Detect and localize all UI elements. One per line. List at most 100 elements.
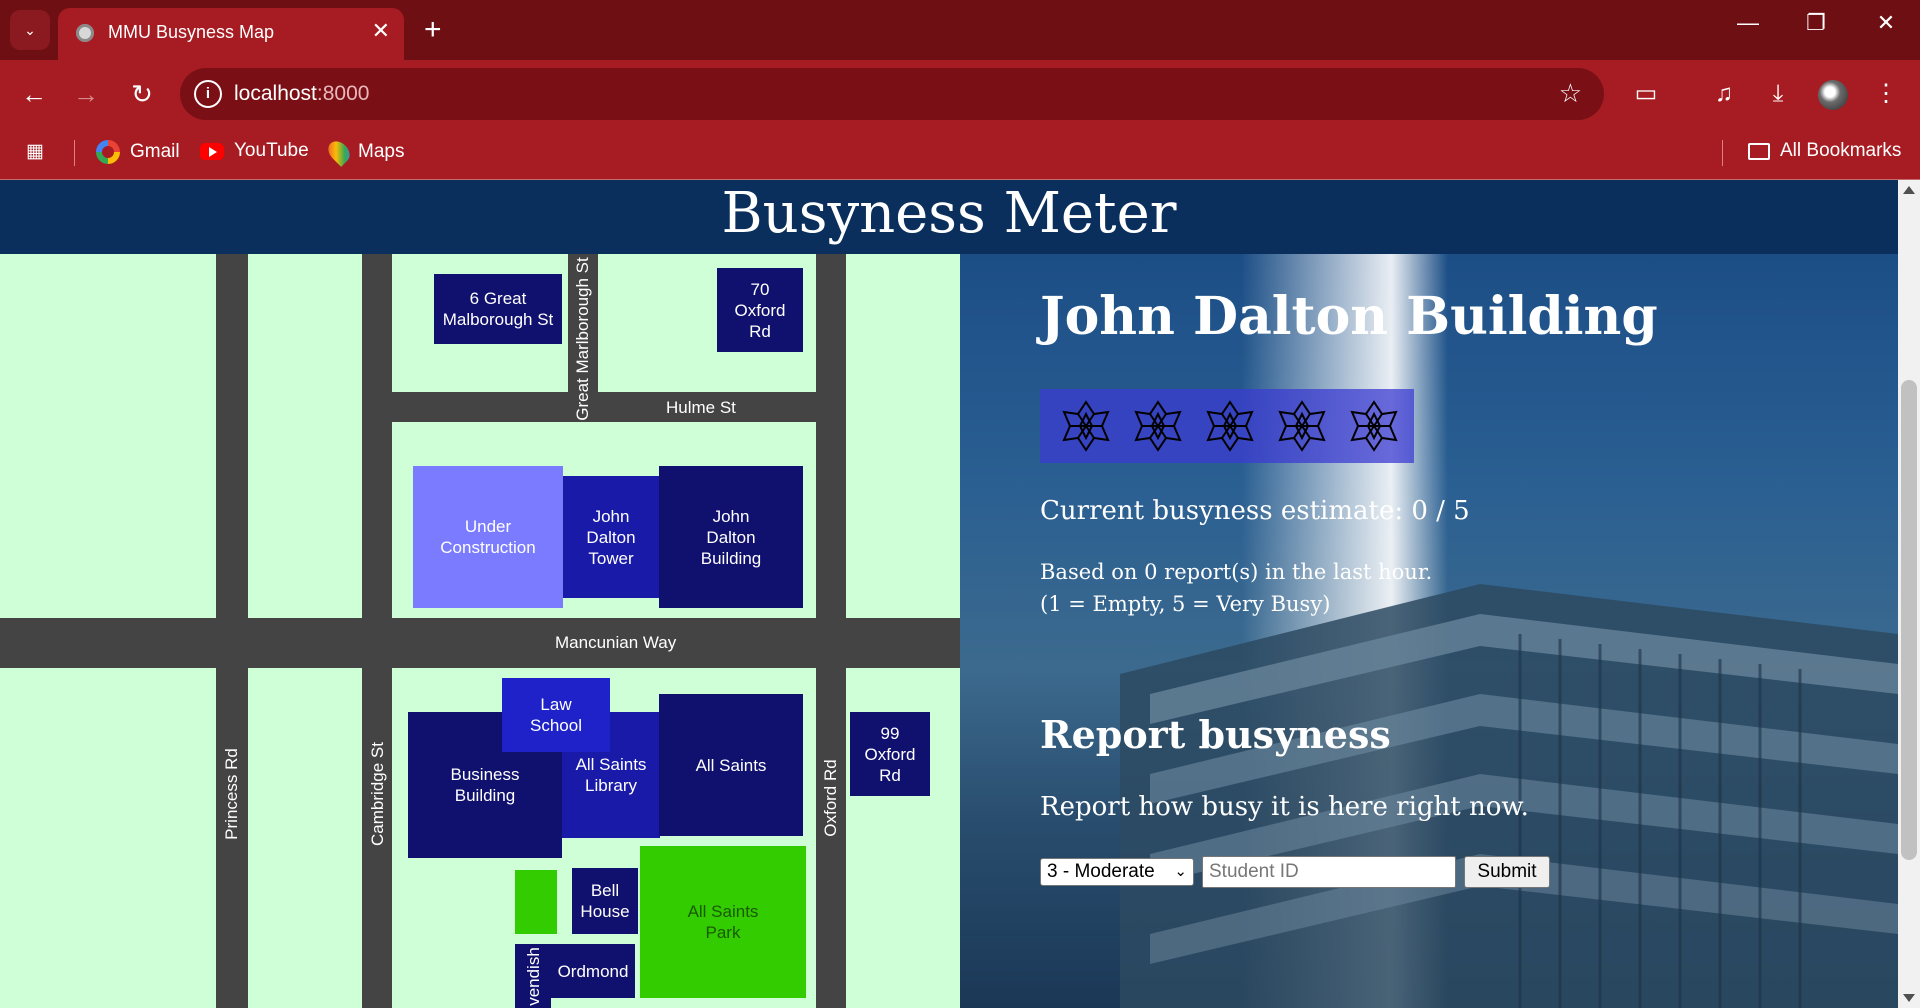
page-header: Busyness Meter xyxy=(0,180,1898,254)
label-oxford-rd: Oxford Rd xyxy=(821,759,840,837)
select-value: 3 - Moderate xyxy=(1047,861,1155,882)
folder-icon xyxy=(1748,142,1770,160)
busyness-level-icon xyxy=(1134,400,1182,452)
profile-avatar[interactable] xyxy=(1818,80,1848,110)
youtube-icon xyxy=(200,142,224,160)
building-label: Ordmond xyxy=(557,961,629,981)
building-label: All Saints xyxy=(695,755,767,775)
report-prompt: Report how busy it is here right now. xyxy=(1040,792,1529,822)
building-john-dalton-tower[interactable]: John Dalton Tower xyxy=(563,476,659,598)
building-label: Bell House xyxy=(580,881,630,921)
busyness-level-icon xyxy=(1062,400,1110,452)
report-count: Based on 0 report(s) in the last hour. xyxy=(1040,560,1433,584)
all-bookmarks-label: All Bookmarks xyxy=(1780,140,1902,161)
building-label: All Saints Library xyxy=(575,755,647,795)
building-label: 6 Great Malborough St xyxy=(442,289,554,329)
page-viewport: Busyness Meter Hulme St Great Marlboroug… xyxy=(0,180,1898,1008)
menu-kebab-icon[interactable]: ⋮ xyxy=(1866,74,1906,114)
tab-title: MMU Busyness Map xyxy=(108,22,275,42)
road-oxford-rd xyxy=(816,254,846,1008)
download-icon[interactable]: ⤓ xyxy=(1758,74,1798,114)
tab-search-button[interactable]: ⌄ xyxy=(10,10,50,50)
building-70-oxford-rd[interactable]: 70 Oxford Rd xyxy=(717,268,803,352)
back-icon[interactable]: ← xyxy=(14,74,54,114)
all-saints-park[interactable]: All Saints Park xyxy=(640,846,806,998)
building-name: John Dalton Building xyxy=(1040,286,1658,347)
all-bookmarks-button[interactable]: All Bookmarks xyxy=(1748,140,1901,162)
building-cavendish[interactable]: vendish xyxy=(515,944,551,1008)
campus-map: Hulme St Great Marlborough St Mancunian … xyxy=(0,254,960,1008)
chevron-down-icon: ⌄ xyxy=(24,21,36,38)
label-princess-rd: Princess Rd xyxy=(222,748,241,840)
bookmark-youtube[interactable]: YouTube xyxy=(200,140,309,162)
bookmark-label: YouTube xyxy=(234,140,309,161)
busyness-level-icon xyxy=(1206,400,1254,452)
building-john-dalton-building[interactable]: John Dalton Building xyxy=(659,466,803,608)
media-controls-icon[interactable]: ♫ xyxy=(1704,74,1744,114)
building-label: All Saints Park xyxy=(687,902,759,942)
building-label: 99 Oxford Rd xyxy=(864,723,916,785)
close-tab-icon[interactable]: ✕ xyxy=(372,18,390,44)
minimize-icon[interactable]: — xyxy=(1728,10,1768,36)
green-space xyxy=(515,870,557,934)
building-photo xyxy=(1120,584,1898,1008)
extensions-icon[interactable]: ▭ xyxy=(1626,74,1666,114)
url-port: :8000 xyxy=(316,82,370,105)
scroll-up-icon[interactable] xyxy=(1903,186,1915,194)
active-tab[interactable]: MMU Busyness Map ✕ xyxy=(58,8,404,60)
road-hulme-st xyxy=(392,392,816,422)
scale-note: (1 = Empty, 5 = Very Busy) xyxy=(1040,592,1331,616)
building-label: Under Construction xyxy=(440,517,536,557)
scroll-thumb[interactable] xyxy=(1901,380,1917,860)
globe-icon xyxy=(74,22,96,44)
building-label: 70 Oxford Rd xyxy=(734,279,786,341)
url-text[interactable]: localhost:8000 xyxy=(234,82,369,106)
building-6-great-marlborough[interactable]: 6 Great Malborough St xyxy=(434,274,562,344)
url-host: localhost xyxy=(234,82,317,105)
building-label: John Dalton Tower xyxy=(586,506,636,568)
building-label: vendish xyxy=(523,946,543,1006)
tab-strip: ⌄ MMU Busyness Map ✕ + — ❐ ✕ xyxy=(0,0,1920,60)
google-icon xyxy=(96,140,120,164)
busyness-estimate: Current busyness estimate: 0 / 5 xyxy=(1040,496,1470,526)
label-great-marlborough-st: Great Marlborough St xyxy=(573,257,592,421)
report-heading: Report busyness xyxy=(1040,712,1391,757)
label-cambridge-st: Cambridge St xyxy=(368,742,387,846)
bookmark-star-icon[interactable]: ☆ xyxy=(1559,78,1582,109)
bookmark-separator xyxy=(74,140,75,166)
maps-pin-icon xyxy=(324,137,354,167)
scroll-down-icon[interactable] xyxy=(1903,994,1915,1002)
building-label: John Dalton Building xyxy=(700,506,762,568)
building-ordmond[interactable]: Ordmond xyxy=(551,944,635,998)
building-under-construction[interactable]: Under Construction xyxy=(413,466,563,608)
forward-icon[interactable]: → xyxy=(66,74,106,114)
restore-icon[interactable]: ❐ xyxy=(1796,10,1836,36)
student-id-input[interactable]: Student ID xyxy=(1202,856,1456,888)
building-law-school[interactable]: Law School xyxy=(502,678,610,752)
busyness-select[interactable]: 3 - Moderate ⌄ xyxy=(1040,858,1194,886)
bookmark-maps[interactable]: Maps xyxy=(324,137,404,167)
new-tab-button[interactable]: + xyxy=(424,12,442,48)
page-title: Busyness Meter xyxy=(721,181,1177,246)
building-all-saints[interactable]: All Saints xyxy=(659,694,803,836)
building-label: Law School xyxy=(530,695,582,735)
building-info-panel: John Dalton Building Current busyness es… xyxy=(960,254,1898,1008)
bookmark-separator xyxy=(1722,140,1723,166)
chevron-down-icon: ⌄ xyxy=(1174,863,1187,880)
vertical-scrollbar[interactable] xyxy=(1898,180,1920,1008)
apps-grid-icon[interactable]: ▦ xyxy=(26,140,44,163)
site-info-icon[interactable]: i xyxy=(194,80,222,108)
close-window-icon[interactable]: ✕ xyxy=(1866,10,1906,36)
address-bar[interactable]: i localhost:8000 ☆ xyxy=(180,68,1604,120)
bookmark-gmail[interactable]: Gmail xyxy=(96,140,180,164)
reload-icon[interactable]: ↻ xyxy=(122,74,162,114)
busyness-level-icon xyxy=(1278,400,1326,452)
building-bell-house[interactable]: Bell House xyxy=(572,868,638,934)
building-99-oxford-rd[interactable]: 99 Oxford Rd xyxy=(850,712,930,796)
road-princess-rd xyxy=(216,254,248,1008)
label-mancunian-way: Mancunian Way xyxy=(555,633,677,652)
submit-button[interactable]: Submit xyxy=(1464,856,1550,888)
browser-toolbar: ← → ↻ i localhost:8000 ☆ ▭ ♫ ⤓ ⋮ xyxy=(0,60,1920,128)
building-label: Business Building xyxy=(450,765,520,805)
bookmark-label: Gmail xyxy=(130,141,180,162)
